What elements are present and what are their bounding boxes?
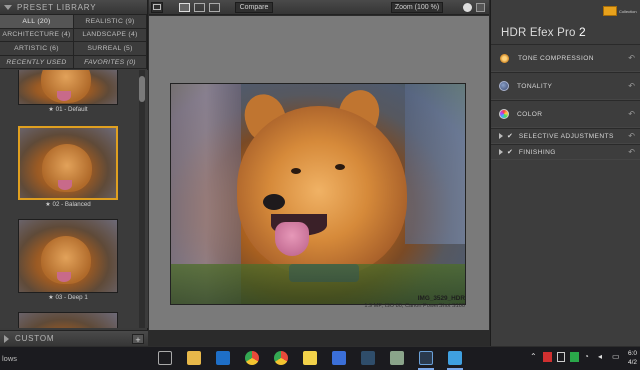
add-custom-preset-button[interactable]: + [132,334,144,345]
section-label: SELECTIVE ADJUSTMENTS [518,132,614,140]
category-architecture[interactable]: ARCHITECTURE (4) [0,28,74,43]
tray-app-icon[interactable] [543,352,552,362]
preset-thumbnail[interactable] [18,219,118,293]
preset-thumbnail[interactable] [18,312,118,328]
reset-icon[interactable]: ↶ [628,54,635,63]
tray-chevron-icon[interactable]: ⌃ [530,352,537,361]
image-canvas[interactable]: IMG_3529_HDR 1.9 MP, ISO 80, Canon Power… [149,16,489,330]
dog-photo[interactable] [170,83,466,305]
custom-presets-header[interactable]: CUSTOM + [0,330,148,346]
top-toolbar: Compare Zoom (100 %) [149,0,489,15]
outlook-icon[interactable] [216,351,230,365]
single-view-icon[interactable] [179,3,190,12]
reset-icon[interactable]: ↶ [628,110,635,119]
nik-collection-text: Collection [619,9,637,14]
side-by-side-view-icon[interactable] [209,3,220,12]
preset-library-title: PRESET LIBRARY [17,2,97,12]
tonality-icon [499,81,509,91]
chrome-icon[interactable] [245,351,259,365]
custom-label: CUSTOM [15,334,55,343]
preset-label: ★ 02 - Balanced [45,201,91,208]
section-label: TONALITY [517,82,553,90]
section-finishing[interactable]: ✔ FINISHING ↶ [491,144,640,160]
section-color[interactable]: COLOR ↶ [491,100,640,128]
background-color-icon[interactable] [463,3,472,12]
clock-time[interactable]: 6:0 [628,350,637,357]
expand-triangle-icon[interactable] [499,133,503,139]
category-realistic[interactable]: REALISTIC (9) [74,15,147,29]
app-c-icon[interactable] [361,351,375,365]
image-filename: IMG_3529_HDR [417,295,465,302]
app-window: PRESET LIBRARY ALL (20) REALISTIC (9) AR… [0,0,640,370]
reset-icon[interactable]: ↶ [628,82,635,91]
reset-icon[interactable]: ↶ [628,148,635,157]
wifi-icon[interactable]: ◔ [584,352,589,361]
scrollbar-thumb[interactable] [139,76,145,102]
lightroom-icon[interactable] [419,351,433,365]
app-name: HDR Efex Pro [501,27,576,39]
compare-button[interactable]: Compare [235,2,273,13]
sun-icon [499,52,510,64]
category-favorites[interactable]: FAVORITES (0) [74,55,147,70]
section-tone-compression[interactable]: TONE COMPRESSION ↶ [491,44,640,72]
check-icon[interactable]: ✔ [507,148,513,156]
color-wheel-icon [499,109,509,119]
preset-thumbnail[interactable] [18,126,118,200]
file-explorer-icon[interactable] [187,351,201,365]
category-grid: ALL (20) REALISTIC (9) ARCHITECTURE (4) … [0,15,147,70]
split-view-icon[interactable] [194,3,205,12]
category-recently-used[interactable]: RECENTLY USED [0,55,74,70]
app-title: HDR Efex Pro 2 [501,25,586,39]
zoom-dropdown[interactable]: Zoom (100 %) [391,2,443,13]
windows-taskbar: lows ⌃ ◔ ◂ ▭ 6:0 4/2 [0,346,640,370]
image-app-icon[interactable] [390,351,404,365]
toggle-panel-button[interactable] [151,2,163,13]
image-info: 1.9 MP, ISO 80, Canon PowerShot S100 [364,303,465,309]
category-surreal[interactable]: SURREAL (5) [74,42,147,56]
taskbar-left-text: lows [2,354,18,363]
section-label: FINISHING [518,148,556,156]
nik-app-icon[interactable] [448,351,462,365]
preset-item-next[interactable] [18,312,118,328]
app-g-icon[interactable] [332,351,346,365]
preset-list: ★ 01 - Default ★ 02 - Balanced ★ 03 - De… [0,70,148,328]
category-artistic[interactable]: ARTISTIC (6) [0,42,74,56]
preset-item-default[interactable]: ★ 01 - Default [18,70,118,113]
tray-sync-icon[interactable] [557,352,565,362]
chrome-icon[interactable] [274,351,288,365]
section-tonality[interactable]: TONALITY ↶ [491,72,640,100]
expand-arrow-icon[interactable] [4,334,9,343]
section-selective-adjustments[interactable]: ✔ SELECTIVE ADJUSTMENTS ↶ [491,128,640,144]
category-all[interactable]: ALL (20) [0,15,74,29]
tray-green-icon[interactable] [570,352,579,362]
category-landscape[interactable]: LANDSCAPE (4) [74,28,147,43]
collapse-arrow-icon[interactable] [4,4,12,10]
preset-scrollbar[interactable] [139,70,145,328]
preset-library-header[interactable]: PRESET LIBRARY [0,0,147,15]
adjustments-panel: Collection HDR Efex Pro 2 TONE COMPRESSI… [490,0,640,346]
preset-item-balanced[interactable]: ★ 02 - Balanced [18,126,118,208]
sticky-notes-icon[interactable] [303,351,317,365]
zoom-label: Zoom (100 %) [394,4,440,11]
preset-library-panel: PRESET LIBRARY ALL (20) REALISTIC (9) AR… [0,0,148,346]
expand-triangle-icon[interactable] [499,149,503,155]
adjustment-sections: TONE COMPRESSION ↶ TONALITY ↶ COLOR ↶ ✔ … [491,44,640,160]
nik-logo-icon [603,6,617,16]
reset-icon[interactable]: ↶ [628,132,635,141]
preset-item-deep-1[interactable]: ★ 03 - Deep 1 [18,219,118,301]
panel-toggle-icon [153,4,161,10]
preset-thumbnail[interactable] [18,70,118,105]
preset-label: ★ 03 - Deep 1 [48,294,88,301]
volume-icon[interactable]: ◂ [598,352,602,361]
preset-label: ★ 01 - Default [48,106,88,113]
section-label: TONE COMPRESSION [518,54,594,62]
section-label: COLOR [517,110,543,118]
histogram-icon[interactable] [476,3,485,12]
check-icon[interactable]: ✔ [507,132,513,140]
clock-date[interactable]: 4/2 [628,359,637,366]
message-icon[interactable]: ▭ [612,352,620,361]
task-view-icon[interactable] [158,351,172,365]
app-version: 2 [579,25,586,39]
